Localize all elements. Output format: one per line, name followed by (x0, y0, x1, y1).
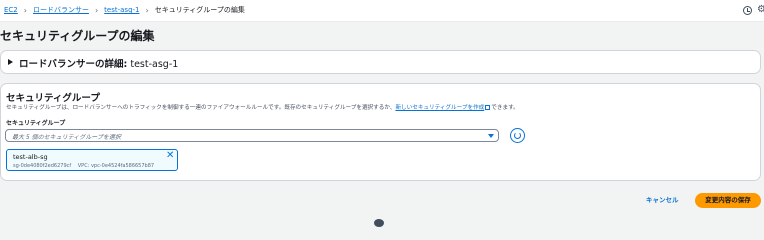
breadcrumb-test-asg-1[interactable]: test-asg-1 (104, 6, 139, 14)
refresh-button[interactable] (510, 128, 525, 143)
breadcrumb-current: セキュリティグループの編集 (154, 6, 245, 14)
token-id: sg-0de4080f2ed6279cf (13, 163, 72, 169)
save-button[interactable]: 変更内容の保存 (695, 193, 761, 208)
caret-down-icon (488, 134, 494, 138)
security-group-panel: セキュリティグループ セキュリティグループは、ロードバランサーへのトラフィックを… (0, 83, 761, 181)
settings-icon[interactable]: ⚙ (757, 5, 764, 15)
caret-right-icon (8, 59, 13, 65)
section-description: セキュリティグループは、ロードバランサーへのトラフィックを制御する一連のファイア… (6, 103, 519, 111)
details-value: test-asg-1 (130, 59, 179, 70)
details-toggle[interactable]: ロードバランサーの詳細: test-asg-1 (19, 56, 178, 70)
token-vpc: VPC: vpc-0e4524fa586657b87 (77, 163, 155, 169)
chevron-right-icon: › (145, 5, 149, 15)
cancel-button[interactable]: キャンセル (640, 193, 685, 208)
bottom-handle (374, 219, 384, 227)
details-label: ロードバランサーの詳細: (19, 59, 128, 70)
breadcrumb: EC2 › ロードバランサー › test-asg-1 › セキュリティグループ… (4, 5, 245, 15)
description-text: セキュリティグループは、ロードバランサーへのトラフィックを制御する一連のファイア… (6, 105, 396, 111)
chevron-right-icon: › (94, 5, 99, 15)
selected-security-group-token: test-alb-sg sg-0de4080f2ed6279cf VPC: vp… (6, 149, 178, 171)
token-name: test-alb-sg (13, 153, 48, 161)
page-title: セキュリティグループの編集 (0, 29, 155, 43)
chevron-right-icon: › (23, 5, 27, 15)
external-link-icon (485, 104, 491, 110)
breadcrumb-ec2[interactable]: EC2 (4, 6, 18, 14)
description-suffix: できます。 (491, 105, 519, 111)
security-group-select[interactable]: 最大 5 個のセキュリティグループを選択 (5, 129, 499, 142)
top-bar: EC2 › ロードバランサー › test-asg-1 › セキュリティグループ… (0, 0, 764, 22)
close-icon[interactable]: ✕ (166, 151, 174, 161)
clock-icon[interactable] (743, 6, 752, 15)
load-balancer-details-panel[interactable]: ロードバランサーの詳細: test-asg-1 (0, 50, 761, 74)
create-security-group-link[interactable]: 新しいセキュリティグループを作成 (395, 105, 484, 111)
select-placeholder: 最大 5 個のセキュリティグループを選択 (12, 134, 121, 141)
token-meta: sg-0de4080f2ed6279cf VPC: vpc-0e4524fa58… (13, 163, 154, 169)
refresh-icon (513, 131, 521, 139)
field-label: セキュリティグループ (6, 120, 66, 127)
breadcrumb-load-balancers[interactable]: ロードバランサー (33, 5, 89, 15)
section-heading: セキュリティグループ (6, 93, 100, 104)
